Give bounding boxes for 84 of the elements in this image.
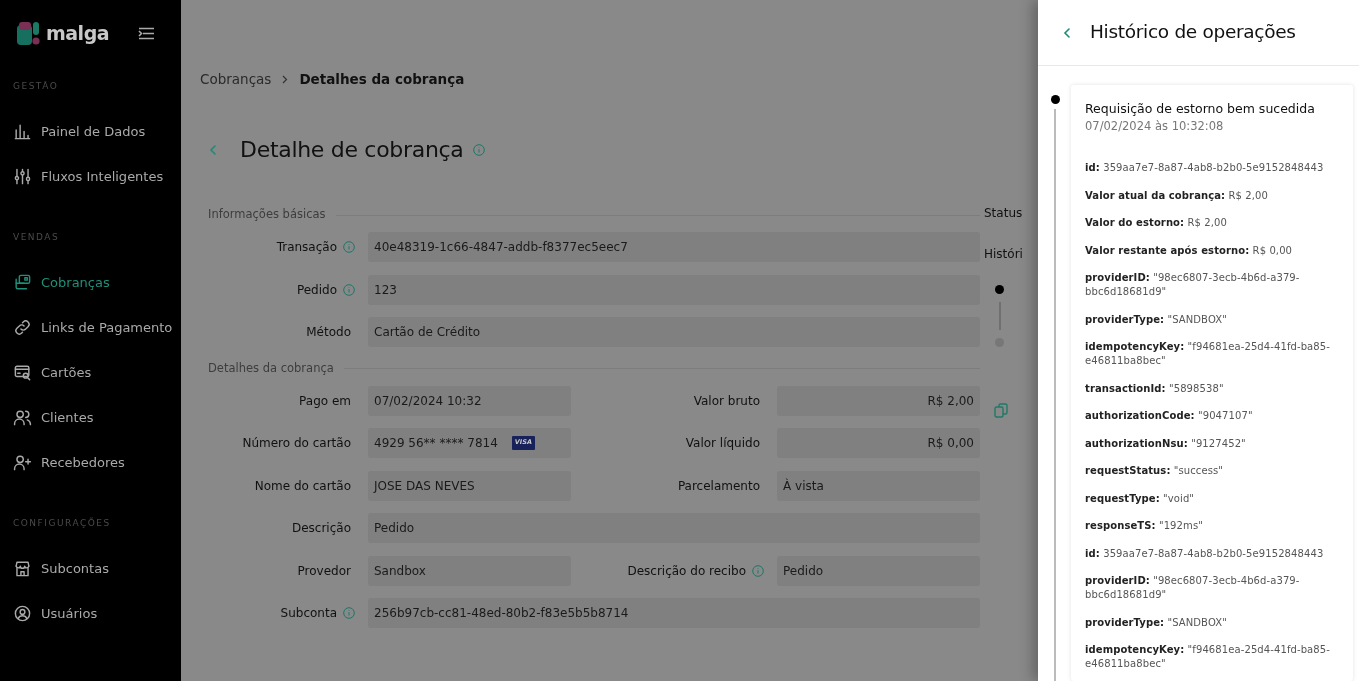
event-detail: responseTS: "192ms" — [1085, 519, 1204, 534]
event-detail: id: 359aa7e7-8a87-4ab8-b2b0-5e9152848443 — [1085, 161, 1325, 176]
field-label: Transação — [276, 239, 337, 256]
bar-chart-icon — [13, 122, 32, 141]
field-label: Provedor — [297, 562, 351, 580]
section-heading: VENDAS — [12, 231, 61, 244]
sidebar-item[interactable]: Painel de Dados — [0, 109, 181, 154]
menu-icon[interactable] — [138, 26, 155, 40]
sidebar-item[interactable]: Cobranças — [0, 260, 181, 305]
event-detail: authorizationNsu: "9127452" — [1085, 436, 1247, 451]
page-title: Detalhe de cobrança — [240, 136, 464, 164]
field-value: 07/02/2024 10:32 — [368, 385, 571, 416]
section-heading: Informações básicas — [208, 206, 980, 224]
breadcrumb-link[interactable]: Cobranças — [200, 68, 272, 90]
section-heading: CONFIGURAÇÕES — [12, 517, 112, 530]
info-icon — [752, 564, 764, 577]
event-detail: providerType: "SANDBOX" — [1085, 615, 1228, 630]
info-icon — [343, 283, 355, 296]
event-detail: authorizationCode: "9047107" — [1085, 409, 1254, 424]
sidebar-item[interactable]: Usuários — [0, 591, 181, 636]
event-title: Requisição de estorno bem sucedida — [1085, 101, 1316, 116]
field-value: Pedido — [777, 555, 980, 586]
field-value: Pedido — [368, 513, 980, 543]
sidebar-item[interactable]: Cartões — [0, 350, 181, 395]
field-label: Valor líquido — [685, 435, 760, 452]
drawer-title: Histórico de operações — [1090, 21, 1296, 44]
status-label: Status — [984, 205, 1024, 222]
event-detail: id: 359aa7e7-8a87-4ab8-b2b0-5e9152848443 — [1085, 546, 1325, 561]
event-detail: providerID: "98ec6807-3ecb-4b6d-a379-bbc6d18681d9" — [1085, 271, 1301, 300]
card-search-icon — [13, 363, 32, 382]
history-label: Históri — [984, 246, 1024, 263]
field-value-text: 4929 56** **** 7814 — [374, 435, 498, 452]
cards-icon — [13, 273, 32, 292]
chevron-right-icon — [282, 74, 289, 84]
event-detail: transactionId: "5898538" — [1085, 381, 1225, 396]
field-label: Descrição — [291, 520, 351, 537]
field-label: Descrição do recibo — [627, 562, 746, 580]
field-label: Nome do cartão — [254, 477, 351, 495]
sidebar-item[interactable]: Subcontas — [0, 546, 181, 591]
sidebar-item[interactable]: Links de Pagamento — [0, 305, 181, 350]
sidebar-item[interactable]: Fluxos Inteligentes — [0, 154, 181, 199]
brand-name: malga — [46, 20, 110, 46]
event-detail: Valor do estorno: R$ 2,00 — [1085, 216, 1228, 231]
logo-icon — [17, 21, 40, 45]
info-icon — [343, 607, 355, 619]
user-circle-icon — [13, 604, 32, 623]
users-icon — [13, 408, 32, 427]
event-detail: idempotencyKey: "f94681ea-25d4-41fd-ba85-e46811ba8bec" — [1085, 340, 1331, 369]
event-detail: Valor restante após estorno: R$ 0,00 — [1085, 243, 1294, 258]
event-detail: requestStatus: "success" — [1085, 464, 1224, 479]
link-icon — [13, 318, 32, 337]
field-value: À vista — [777, 470, 980, 501]
field-value: 256b97cb-cc81-48ed-80b2-f83e5b5b8714 — [368, 598, 980, 628]
back-button[interactable] — [1062, 25, 1072, 40]
field-label: Pedido — [296, 281, 337, 299]
field-value: 123 — [368, 274, 980, 305]
field-label: Número do cartão — [242, 435, 351, 452]
section-heading: Detalhes da cobrança — [208, 359, 980, 378]
event-detail: providerType: "SANDBOX" — [1085, 312, 1228, 327]
info-icon — [343, 241, 355, 253]
user-plus-icon — [13, 453, 32, 472]
event-date: 07/02/2024 às 10:32:08 — [1085, 118, 1225, 135]
field-value: R$ 2,00 — [777, 385, 980, 416]
info-icon — [472, 144, 485, 156]
sidebar-item[interactable]: Clientes — [0, 395, 181, 440]
sidebar-item[interactable]: Recebedores — [0, 440, 181, 485]
field-label: Parcelamento — [677, 477, 760, 495]
event-detail: requestType: "void" — [1085, 491, 1196, 506]
breadcrumb-current: Detalhes da cobrança — [299, 69, 465, 89]
event-detail: Valor atual da cobrança: R$ 2,00 — [1085, 188, 1269, 203]
event-detail: idempotencyKey: "f94681ea-25d4-41fd-ba85-e46811ba8bec" — [1085, 643, 1331, 672]
sliders-icon — [13, 167, 32, 186]
section-heading: GESTÃO — [12, 80, 60, 93]
event-detail: providerID: "98ec6807-3ecb-4b6d-a379-bbc6d18681d9" — [1085, 574, 1301, 603]
field-value: JOSE DAS NEVES — [368, 470, 571, 501]
field-value: Cartão de Crédito — [368, 317, 980, 347]
field-label: Subconta — [280, 605, 337, 622]
field-value: Sandbox — [368, 555, 571, 586]
field-value: R$ 0,00 — [777, 428, 980, 458]
field-label: Pago em — [299, 392, 351, 410]
field-label: Método — [306, 324, 351, 341]
store-icon — [13, 559, 32, 578]
field-label: Valor bruto — [693, 392, 760, 410]
field-value: 40e48319-1c66-4847-addb-f8377ec5eec7 — [368, 232, 980, 262]
